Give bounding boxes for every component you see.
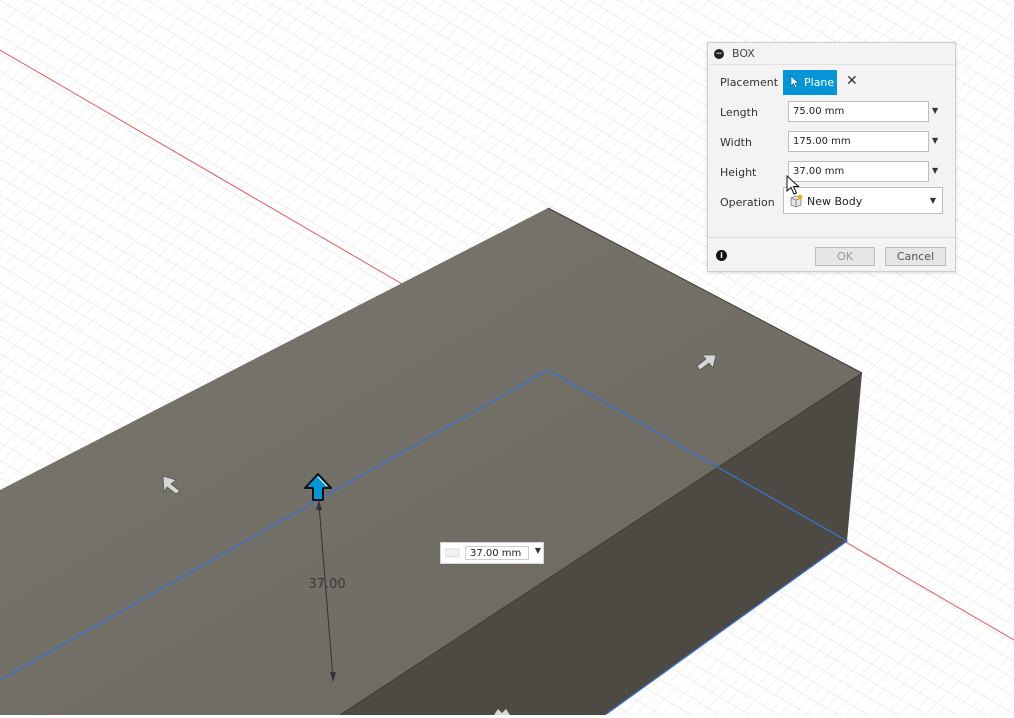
dialog-header: − BOX bbox=[708, 43, 955, 65]
dialog-title: BOX bbox=[732, 47, 755, 60]
operation-dropdown-icon: ▼ bbox=[929, 196, 936, 205]
ok-button[interactable]: OK bbox=[815, 247, 875, 266]
height-label: Height bbox=[720, 166, 757, 179]
width-dropdown-icon[interactable]: ▼ bbox=[932, 136, 938, 145]
cancel-button[interactable]: Cancel bbox=[885, 247, 946, 266]
dropdown-caret-icon[interactable]: ▼ bbox=[535, 546, 541, 555]
pointer-icon bbox=[790, 75, 800, 89]
operation-value: New Body bbox=[807, 195, 863, 208]
mouse-cursor-icon bbox=[786, 175, 800, 195]
clear-selection-icon[interactable]: ✕ bbox=[846, 73, 858, 89]
collapse-icon[interactable]: − bbox=[714, 49, 724, 59]
height-dimension-label: 37.00 bbox=[308, 577, 345, 592]
length-input[interactable] bbox=[788, 101, 929, 122]
length-label: Length bbox=[720, 106, 758, 119]
dialog-footer: i OK Cancel bbox=[708, 237, 955, 272]
operation-select[interactable]: New Body ▼ bbox=[783, 187, 943, 214]
placement-label: Placement bbox=[720, 76, 779, 89]
height-dimension-input[interactable]: ▼ bbox=[440, 542, 544, 564]
plane-select-button[interactable]: Plane bbox=[783, 70, 837, 95]
height-dimension-field[interactable] bbox=[465, 546, 529, 560]
height-dropdown-icon[interactable]: ▼ bbox=[932, 166, 938, 175]
grip-icon bbox=[445, 548, 460, 558]
length-dropdown-icon[interactable]: ▼ bbox=[932, 106, 938, 115]
height-input[interactable] bbox=[788, 161, 929, 182]
box-dialog: − BOX Placement Plane ✕ Length ▼ Width ▼… bbox=[707, 42, 956, 272]
info-icon[interactable]: i bbox=[716, 250, 727, 261]
operation-label: Operation bbox=[720, 196, 775, 209]
plane-button-label: Plane bbox=[804, 76, 835, 89]
width-input[interactable] bbox=[788, 131, 929, 152]
width-label: Width bbox=[720, 136, 752, 149]
